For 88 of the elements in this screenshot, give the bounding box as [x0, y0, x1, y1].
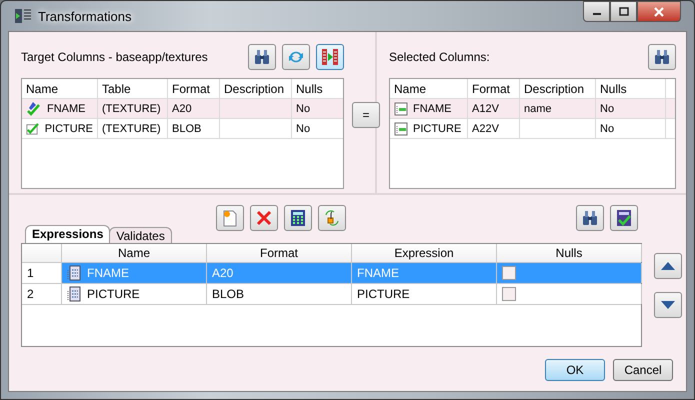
- calc-button[interactable]: [284, 205, 312, 231]
- grid-row[interactable]: 2 PICTURE BLOB PICTURE: [22, 284, 641, 305]
- table-cell: (TEXTURE): [102, 102, 161, 114]
- calculator-icon: [290, 209, 306, 227]
- table-cell: PICTURE: [87, 287, 140, 301]
- window-title: Transformations: [38, 8, 132, 24]
- tab[interactable]: Expressions: [25, 225, 110, 243]
- table-cell: A20: [172, 102, 192, 114]
- column-header[interactable]: Nulls: [292, 79, 343, 98]
- validate-calculator-icon: [616, 209, 632, 227]
- table-cell: FNAME: [357, 266, 399, 280]
- move-down-button[interactable]: [654, 292, 682, 318]
- column-header[interactable]: Format: [468, 79, 520, 98]
- table-row[interactable]: PICTURE A22V No: [390, 119, 675, 139]
- binoculars-icon: [654, 49, 670, 65]
- search-button[interactable]: [248, 44, 276, 70]
- table-row[interactable]: PICTURE (TEXTURE) BLOB No: [22, 119, 343, 139]
- function-button[interactable]: [318, 205, 346, 231]
- column-header[interactable]: Format: [168, 79, 220, 98]
- table-cell: PICTURE: [413, 122, 462, 134]
- search-button[interactable]: [648, 44, 676, 70]
- field-check-icon: [26, 120, 40, 136]
- checkbox[interactable]: [502, 287, 516, 301]
- column-header[interactable]: Name: [62, 244, 207, 262]
- cancel-button[interactable]: Cancel: [613, 359, 673, 381]
- column-header[interactable]: Nulls: [497, 244, 642, 262]
- column-header[interactable]: Nulls: [596, 79, 666, 98]
- key-check-icon: [26, 100, 42, 116]
- table-cell: No: [600, 122, 614, 134]
- table-cell: FNAME: [47, 102, 86, 114]
- table-row[interactable]: FNAME (TEXTURE) A20 No: [22, 99, 343, 119]
- table-row[interactable]: FNAME A12V name No: [390, 99, 675, 119]
- checkbox[interactable]: [502, 266, 516, 280]
- column-header[interactable]: Description: [220, 79, 292, 98]
- map-button[interactable]: =: [352, 102, 380, 128]
- column-header[interactable]: Name: [390, 79, 468, 98]
- table-cell: No: [296, 122, 310, 134]
- move-up-button[interactable]: [654, 253, 682, 279]
- table-cell: BLOB: [212, 287, 244, 301]
- table-cell: A22V: [472, 122, 499, 134]
- binoculars-icon: [582, 210, 598, 226]
- table-cell: name: [524, 102, 552, 114]
- new-button[interactable]: [216, 205, 244, 231]
- column-header[interactable]: Table: [98, 79, 168, 98]
- validate-button[interactable]: [610, 205, 638, 231]
- table-cell: A20: [212, 266, 234, 280]
- calculator-icon: [67, 286, 81, 302]
- up-triangle-icon: [661, 262, 675, 270]
- delete-icon: [256, 210, 272, 226]
- column-header[interactable]: Expression: [352, 244, 497, 262]
- calculator-icon: [67, 265, 81, 281]
- columns-arrow-icon: [321, 48, 339, 66]
- maximize-icon: [618, 7, 628, 16]
- table-cell: PICTURE: [44, 122, 93, 134]
- down-triangle-icon: [661, 301, 675, 309]
- table-cell: FNAME: [87, 266, 129, 280]
- column-header[interactable]: Name: [22, 79, 98, 98]
- panel-title: Target Columns - baseapp/textures: [21, 50, 209, 64]
- map-button[interactable]: [316, 44, 344, 70]
- ok-button[interactable]: OK: [545, 359, 605, 381]
- table-cell: PICTURE: [357, 287, 410, 301]
- column-header[interactable]: Format: [207, 244, 352, 262]
- delete-button[interactable]: [250, 205, 278, 231]
- table-cell: No: [600, 102, 614, 114]
- panel-title: Selected Columns:: [389, 50, 491, 64]
- refresh-button[interactable]: [282, 44, 310, 70]
- grid-row[interactable]: 1 FNAME A20 FNAME: [22, 263, 641, 284]
- new-document-icon: [222, 209, 238, 227]
- table-cell: BLOB: [172, 122, 202, 134]
- maximize-button[interactable]: [610, 1, 637, 22]
- row-number: 2: [27, 287, 34, 301]
- app-icon: [14, 7, 32, 25]
- refresh-icon: [287, 49, 305, 65]
- row-number: 1: [27, 266, 34, 280]
- minimize-button[interactable]: [583, 1, 610, 22]
- table-cell: FNAME: [413, 102, 452, 114]
- binoculars-icon: [254, 49, 270, 65]
- table-cell: A12V: [472, 102, 499, 114]
- column-header[interactable]: Description: [520, 79, 596, 98]
- function-icon: [323, 209, 341, 227]
- table-cell: (TEXTURE): [102, 122, 161, 134]
- tab[interactable]: Validates: [109, 227, 172, 243]
- table-cell: No: [296, 102, 310, 114]
- column-icon: [394, 122, 408, 136]
- column-icon: [394, 102, 408, 116]
- close-icon: [653, 6, 665, 16]
- search-button[interactable]: [576, 205, 604, 231]
- close-button[interactable]: [637, 1, 681, 22]
